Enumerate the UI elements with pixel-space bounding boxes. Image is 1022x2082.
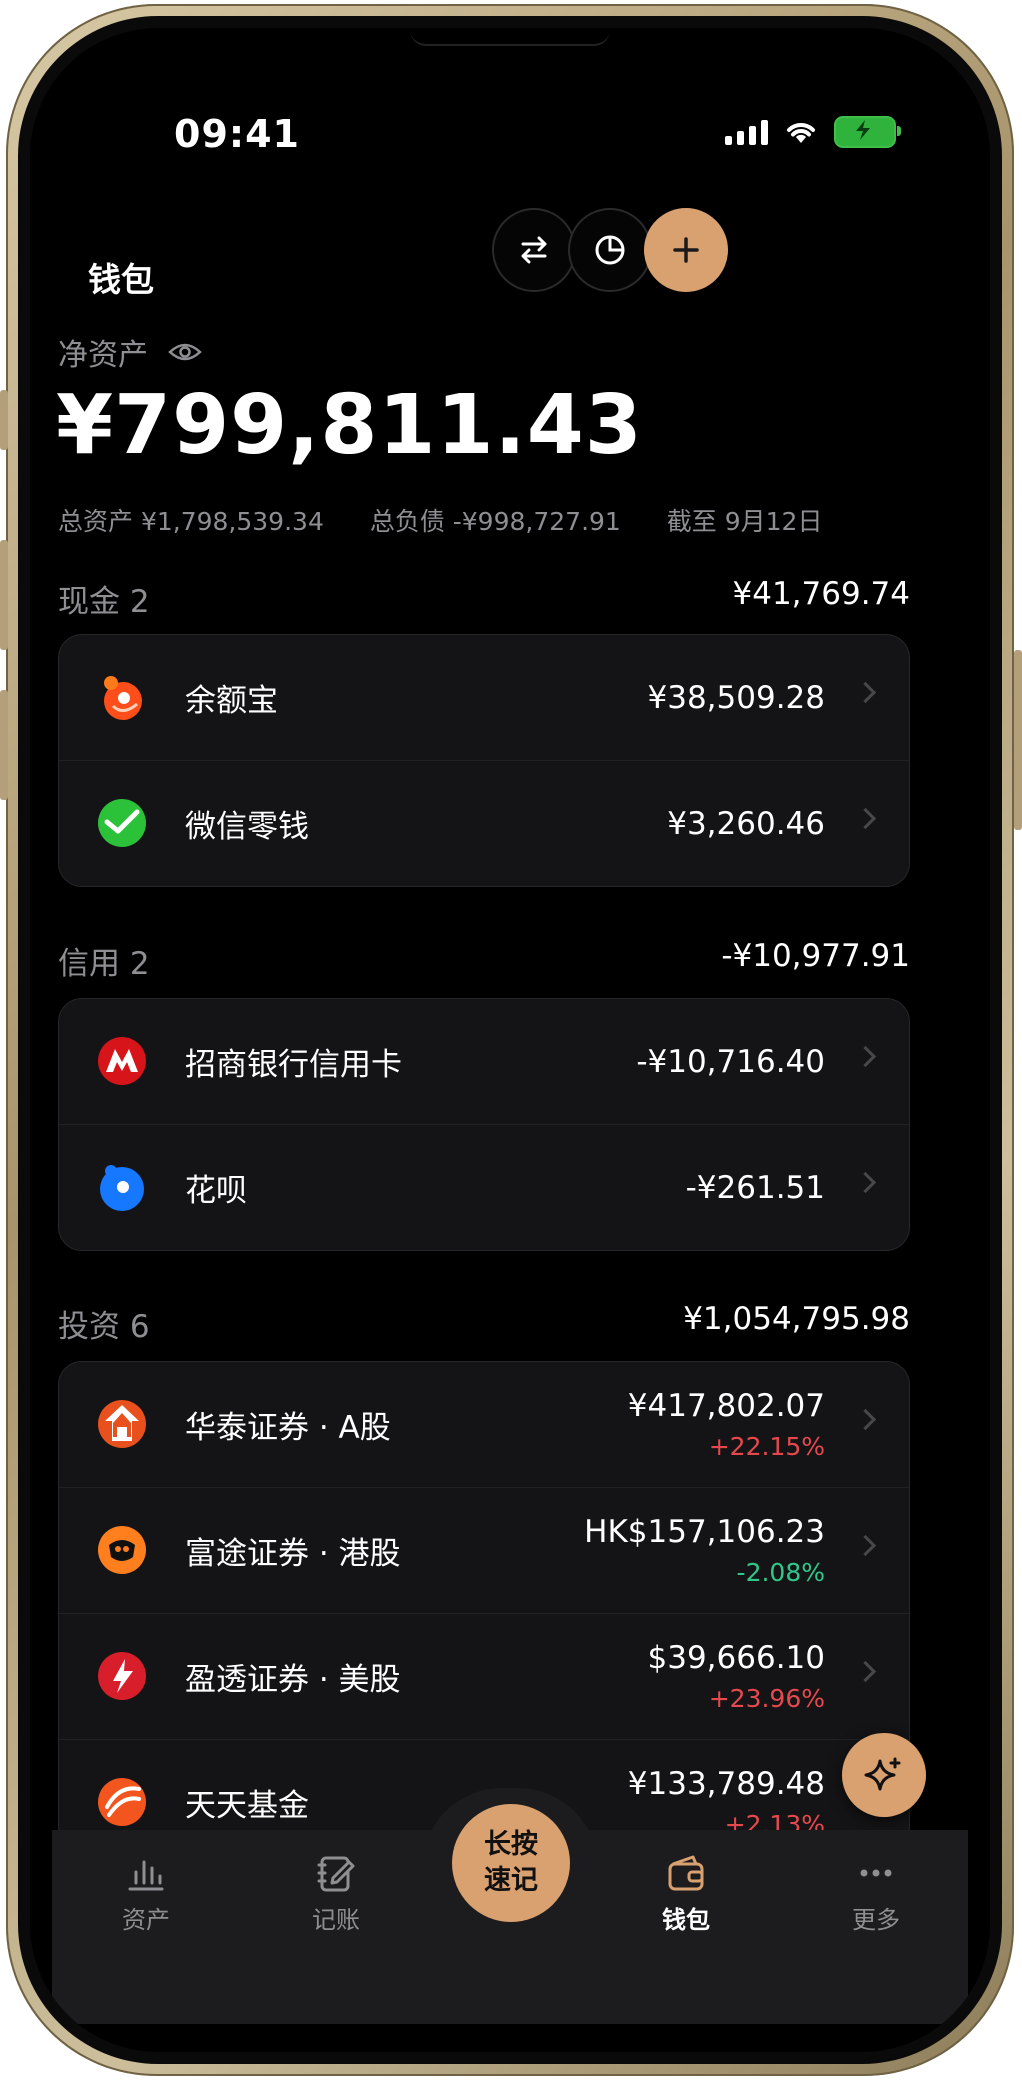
section-header-credit: 信用 2 -¥10,977.91 [58, 938, 910, 983]
ibkr-icon [98, 1652, 146, 1700]
section-total: -¥10,977.91 [721, 938, 910, 974]
return-percent: +22.15% [708, 1432, 825, 1461]
account-amount: -¥10,716.40 [636, 1043, 825, 1080]
yuebao-icon [104, 676, 142, 720]
battery-charging-icon [834, 116, 901, 148]
page-title: 钱包 [88, 260, 154, 299]
volume-up-button [0, 540, 8, 650]
account-amount: HK$157,106.23 [584, 1514, 825, 1550]
section-total: ¥1,054,795.98 [683, 1301, 910, 1337]
section-total: ¥41,769.74 [732, 576, 911, 612]
more-dots-icon [860, 1869, 892, 1877]
notebook-pen-icon [317, 1856, 355, 1892]
transfer-button[interactable] [492, 208, 576, 292]
swap-arrows-icon [521, 236, 547, 264]
account-row-htsc[interactable]: 华泰证券 · A股 ¥417,802.07 +22.15% [59, 1362, 909, 1488]
bar-chart-icon [128, 1860, 164, 1891]
screen: 09:41 钱包 净资产 ¥799,811.43 总资产 ¥1,798,539.… [30, 28, 990, 2052]
wallet-icon [668, 1855, 704, 1891]
section-name: 现金 2 [58, 584, 150, 620]
cash-card: 余额宝 ¥38,509.28 微信零钱 ¥3,260.46 [58, 634, 910, 887]
cellular-signal-icon [725, 119, 768, 145]
tab-label: 资产 [122, 1906, 170, 1934]
account-row-yuebao[interactable]: 余额宝 ¥38,509.28 [59, 635, 909, 761]
wifi-icon [787, 123, 815, 143]
status-icons [725, 116, 901, 148]
plus-icon [673, 237, 699, 263]
status-time: 09:41 [174, 112, 300, 156]
chevron-right-icon [854, 681, 877, 704]
as-of-date: 截至 9月12日 [666, 507, 823, 536]
account-row-ibkr[interactable]: 盈透证券 · 美股 $39,666.10 +23.96% [59, 1614, 909, 1740]
tab-bookkeeping[interactable]: 记账 [281, 1852, 391, 1935]
section-header-cash: 现金 2 ¥41,769.74 [58, 576, 910, 621]
futu-icon [98, 1526, 146, 1574]
chevron-right-icon [854, 1408, 877, 1431]
tab-label: 钱包 [662, 1906, 710, 1934]
account-name: 花呗 [185, 1173, 247, 1209]
dynamic-island-edge [410, 28, 610, 46]
chevron-right-icon [854, 1660, 877, 1683]
total-liabilities: 总负债 -¥998,727.91 [369, 507, 621, 536]
account-name: 华泰证券 · A股 [185, 1410, 391, 1446]
tab-more[interactable]: 更多 [821, 1852, 931, 1935]
statistics-button[interactable] [568, 208, 652, 292]
account-amount: -¥261.51 [685, 1169, 825, 1206]
return-percent: -2.08% [736, 1558, 825, 1587]
eye-icon[interactable] [168, 341, 202, 363]
account-name: 富途证券 · 港股 [185, 1536, 401, 1572]
pie-chart-icon [595, 235, 625, 265]
tab-label: 更多 [852, 1906, 900, 1934]
wechat-icon [98, 799, 146, 847]
total-assets: 总资产 ¥1,798,539.34 [58, 507, 324, 536]
account-amount: $39,666.10 [647, 1640, 826, 1676]
account-row-cmb[interactable]: 招商银行信用卡 -¥10,716.40 [59, 999, 909, 1125]
chevron-right-icon [854, 1171, 877, 1194]
section-name: 信用 2 [58, 946, 150, 982]
ai-assistant-button[interactable] [842, 1733, 926, 1817]
chevron-right-icon [854, 807, 877, 830]
tiantian-icon [98, 1778, 146, 1826]
account-row-futu[interactable]: 富途证券 · 港股 HK$157,106.23 -2.08% [59, 1488, 909, 1614]
tab-label: 记账 [312, 1906, 360, 1934]
quick-record-line2: 速记 [484, 1865, 538, 1896]
add-account-button[interactable] [644, 208, 728, 292]
htsc-icon [98, 1400, 146, 1448]
quick-record-button[interactable]: 长按 速记 [452, 1804, 570, 1922]
account-name: 余额宝 [185, 683, 278, 719]
account-name: 微信零钱 [185, 809, 309, 845]
asset-summary: 总资产 ¥1,798,539.34 总负债 -¥998,727.91 截至 9月… [58, 502, 860, 538]
account-amount: ¥3,260.46 [667, 805, 825, 842]
section-header-investment: 投资 6 ¥1,054,795.98 [58, 1301, 910, 1346]
tab-assets[interactable]: 资产 [91, 1852, 201, 1935]
account-amount: ¥133,789.48 [627, 1766, 825, 1802]
account-amount: ¥38,509.28 [647, 679, 826, 716]
action-button [0, 390, 8, 450]
section-name: 投资 6 [58, 1309, 150, 1345]
net-worth-label: 净资产 [58, 338, 148, 373]
account-row-huabei[interactable]: 花呗 -¥261.51 [59, 1125, 909, 1250]
quick-record-line1: 长按 [484, 1829, 538, 1860]
cmb-icon [98, 1037, 146, 1085]
chevron-right-icon [854, 1045, 877, 1068]
account-amount: ¥417,802.07 [627, 1388, 825, 1424]
account-name: 招商银行信用卡 [185, 1047, 402, 1083]
return-percent: +23.96% [708, 1684, 825, 1713]
power-button [1014, 650, 1022, 830]
account-name: 天天基金 [185, 1788, 309, 1824]
account-name: 盈透证券 · 美股 [185, 1662, 401, 1698]
account-row-wechat[interactable]: 微信零钱 ¥3,260.46 [59, 761, 909, 886]
net-worth-label-row: 净资产 [58, 330, 202, 374]
net-worth-value: ¥799,811.43 [56, 378, 643, 473]
volume-down-button [0, 690, 8, 800]
chevron-right-icon [854, 1534, 877, 1557]
sparkle-icon [864, 1757, 901, 1791]
huabei-icon [100, 1165, 144, 1211]
tab-wallet[interactable]: 钱包 [631, 1852, 741, 1935]
credit-card: 招商银行信用卡 -¥10,716.40 花呗 -¥261.51 [58, 998, 910, 1251]
